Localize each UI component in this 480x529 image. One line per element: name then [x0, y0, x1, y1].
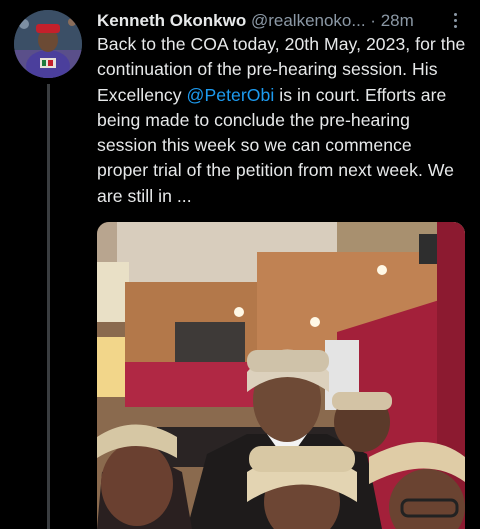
timestamp[interactable]: 28m [381, 11, 414, 30]
author-name[interactable]: Kenneth Okonkwo [97, 11, 246, 30]
tweet-photo[interactable] [97, 222, 465, 529]
separator-dot: · [370, 11, 376, 30]
avatar[interactable] [14, 10, 82, 78]
tweet-text: Back to the COA today, 20th May, 2023, f… [97, 32, 467, 209]
avatar-photo [14, 10, 82, 78]
courtroom-photo [97, 222, 465, 529]
author-handle[interactable]: @realkenoko... [251, 11, 366, 30]
thread-line [47, 84, 50, 529]
mention-link[interactable]: @PeterObi [187, 85, 275, 105]
tweet-header: Kenneth Okonkwo @realkenoko... · 28m [97, 10, 467, 32]
more-vertical-icon[interactable] [447, 10, 463, 30]
